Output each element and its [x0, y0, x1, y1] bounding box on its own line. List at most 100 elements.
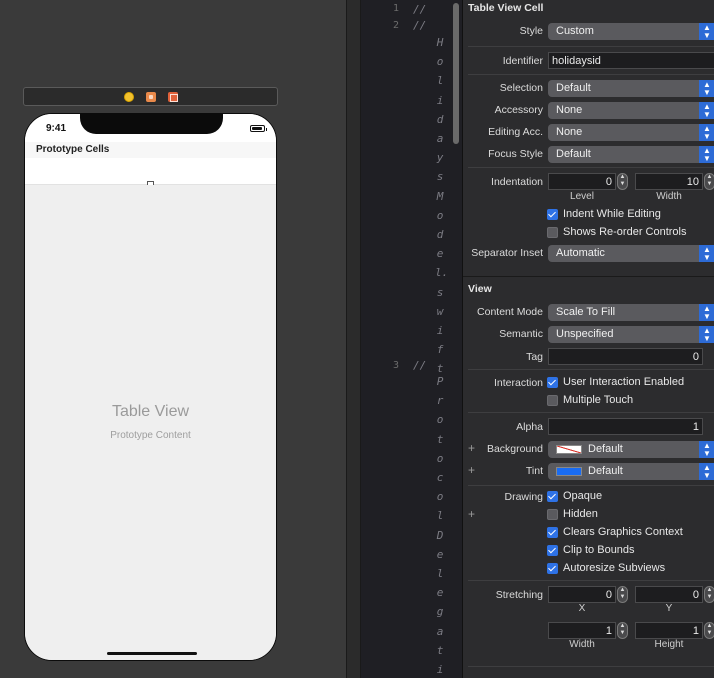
stretch-height-field[interactable]: 1 [635, 622, 703, 639]
focus-style-popup[interactable]: Default ▲ ▼ [548, 146, 714, 163]
style-label: Style [519, 25, 543, 37]
battery-icon [250, 125, 267, 132]
section-title-view: View [468, 283, 492, 295]
selection-label: Selection [499, 82, 543, 94]
comment-slashes: // [413, 359, 427, 372]
accessory-popup[interactable]: None ▲ ▼ [548, 102, 714, 119]
stretch-width-field[interactable]: 1 [548, 622, 616, 639]
tag-field[interactable]: 0 [548, 348, 703, 365]
opaque-checkbox[interactable] [547, 491, 558, 502]
table-view-placeholder-title: Table View [111, 403, 190, 420]
editing-acc-popup[interactable]: None ▲ ▼ [548, 124, 714, 141]
editor-scrollbar[interactable] [453, 3, 459, 144]
table-view[interactable]: Table View Prototype Content [25, 185, 276, 660]
stretch-x-stepper[interactable]: ▲ ▼ [617, 586, 628, 603]
attributes-inspector: Table View Cell Style Custom ▲ ▼ Identifi… [462, 0, 714, 678]
indent-while-editing-checkbox[interactable] [547, 209, 558, 220]
interaction-label: Interaction [493, 377, 543, 389]
chevron-updown-icon: ▲ ▼ [699, 245, 714, 262]
accessory-value: None [556, 104, 583, 116]
content-mode-popup[interactable]: Scale To Fill ▲ ▼ [548, 304, 714, 321]
stretch-x-field[interactable]: 0 [548, 586, 616, 603]
shows-reorder-checkbox[interactable] [547, 227, 558, 238]
shows-reorder-label: Shows Re-order Controls [563, 226, 687, 238]
wrapped-comment-text: Protocol Delegatio [436, 375, 444, 677]
autoresize-label: Autoresize Subviews [563, 562, 666, 574]
tint-popup[interactable]: Default ▲ ▼ [548, 463, 714, 480]
table-view-placeholder-subtitle: Prototype Content [110, 430, 191, 441]
storyboard-canvas[interactable]: 9:41 Prototype Cells Table View Prototyp… [0, 0, 356, 678]
exit-icon[interactable] [168, 92, 178, 102]
stretching-label: Stretching [495, 589, 543, 601]
identifier-field[interactable]: holidaysid [548, 52, 714, 69]
clears-graphics-checkbox[interactable] [547, 527, 558, 538]
section-title-table-view-cell: Table View Cell [468, 2, 544, 14]
editor-divider[interactable] [346, 0, 361, 678]
stretch-x-value: 0 [605, 589, 612, 601]
separator-inset-label: Separator Inset [471, 247, 543, 259]
stretch-height-stepper[interactable]: ▲ ▼ [704, 622, 714, 639]
identifier-value: holidaysid [552, 55, 601, 67]
clip-to-bounds-checkbox[interactable] [547, 545, 558, 556]
accessory-label: Accessory [494, 104, 543, 116]
iphone-scene[interactable]: 9:41 Prototype Cells Table View Prototyp… [24, 113, 277, 661]
scene-dock[interactable] [23, 87, 278, 106]
section-divider [463, 276, 714, 277]
stretch-width-value: 1 [605, 625, 612, 637]
comment-slashes: // [413, 3, 427, 16]
opaque-label: Opaque [563, 490, 603, 502]
prototype-cell[interactable] [25, 158, 276, 188]
stretch-y-field[interactable]: 0 [635, 586, 703, 603]
indentation-level-value: 0 [605, 176, 612, 188]
content-mode-label: Content Mode [477, 306, 543, 318]
focus-style-value: Default [556, 148, 591, 160]
indentation-width-stepper[interactable]: ▲ ▼ [704, 173, 714, 190]
alpha-field[interactable]: 1 [548, 418, 703, 435]
tag-value: 0 [692, 351, 699, 363]
indentation-level-stepper[interactable]: ▲ ▼ [617, 173, 628, 190]
add-variation-plus-icon[interactable]: + [468, 507, 475, 521]
indentation-level-field[interactable]: 0 [548, 173, 616, 190]
separator-inset-value: Automatic [556, 247, 605, 259]
chevron-updown-icon: ▲ ▼ [699, 124, 714, 141]
level-sublabel: Level [570, 191, 594, 202]
indentation-width-field[interactable]: 10 [635, 173, 703, 190]
home-indicator [107, 652, 197, 655]
stretch-y-stepper[interactable]: ▲ ▼ [704, 586, 714, 603]
divider [468, 666, 714, 667]
selection-popup[interactable]: Default ▲ ▼ [548, 80, 714, 97]
alpha-value: 1 [692, 421, 699, 433]
first-responder-icon[interactable] [146, 92, 156, 102]
wrapped-comment-text: HolidaysModel.swift [435, 36, 449, 376]
hidden-label: Hidden [563, 508, 598, 520]
code-editor[interactable]: 1 // 2 // HolidaysModel.swift 3 // Proto… [361, 0, 462, 678]
indentation-label: Indentation [491, 176, 543, 188]
separator-inset-popup[interactable]: Automatic ▲ ▼ [548, 245, 714, 262]
divider [468, 167, 714, 168]
user-interaction-checkbox[interactable] [547, 377, 558, 388]
width-sublabel: Width [569, 639, 595, 650]
style-popup[interactable]: Custom ▲ ▼ [548, 23, 714, 40]
width-sublabel: Width [656, 191, 682, 202]
background-popup[interactable]: Default ▲ ▼ [548, 441, 714, 458]
stretch-width-stepper[interactable]: ▲ ▼ [617, 622, 628, 639]
clip-to-bounds-label: Clip to Bounds [563, 544, 635, 556]
divider [468, 485, 714, 486]
identifier-label: Identifier [502, 55, 543, 67]
indentation-width-value: 10 [686, 176, 699, 188]
view-controller-icon[interactable] [124, 92, 134, 102]
stretch-y-value: 0 [692, 589, 699, 601]
content-mode-value: Scale To Fill [556, 306, 616, 318]
device-notch [80, 114, 223, 134]
divider [468, 412, 714, 413]
line-number: 3 [392, 360, 399, 371]
height-sublabel: Height [654, 639, 684, 650]
chevron-updown-icon: ▲ ▼ [699, 23, 714, 40]
clears-graphics-label: Clears Graphics Context [563, 526, 683, 538]
multiple-touch-checkbox[interactable] [547, 395, 558, 406]
prototype-cells-header: Prototype Cells [25, 142, 276, 158]
hidden-checkbox[interactable] [547, 509, 558, 520]
chevron-updown-icon: ▲ ▼ [699, 80, 714, 97]
semantic-popup[interactable]: Unspecified ▲ ▼ [548, 326, 714, 343]
autoresize-checkbox[interactable] [547, 563, 558, 574]
